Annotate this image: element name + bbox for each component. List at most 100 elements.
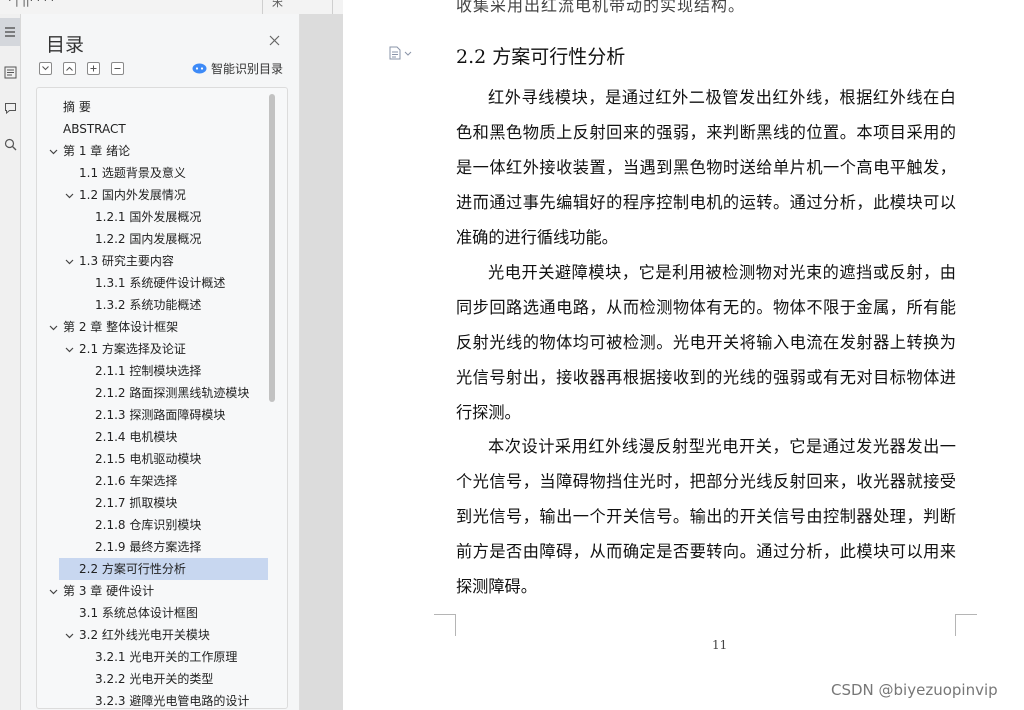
- toc-item[interactable]: 2.1.8 仓库识别模块: [37, 514, 287, 536]
- toc-item-label: 3.1 系统总体设计框图: [79, 606, 198, 620]
- toc-item-label: 1.2.2 国内发展概况: [95, 232, 202, 246]
- chevron-up-icon: [66, 66, 73, 71]
- toc-item[interactable]: 2.1.5 电机驱动模块: [37, 448, 287, 470]
- toc-item-label: 2.1.2 路面探测黑线轨迹模块: [95, 386, 250, 400]
- minus-icon: [114, 68, 121, 69]
- toc-item[interactable]: 第 2 章 整体设计框架: [37, 316, 287, 338]
- toc-item-label: 第 1 章 绪论: [63, 144, 131, 158]
- toc-item-label: 第 2 章 整体设计框架: [63, 320, 179, 334]
- paragraph: 光电开关避障模块，它是利用被检测物对光束的遮挡或反射，由同步回路选通电路，从而检…: [456, 263, 956, 422]
- toc-item[interactable]: 3.1 系统总体设计框图: [37, 602, 287, 624]
- toc-item[interactable]: 2.1 方案选择及论证: [37, 338, 287, 360]
- toc-rail-button[interactable]: [0, 18, 20, 46]
- toc-item[interactable]: 2.1.3 探测路面障碍模块: [37, 404, 287, 426]
- toc-item[interactable]: 3.2 红外线光电开关模块: [37, 624, 287, 646]
- remove-heading-button[interactable]: [111, 62, 124, 75]
- chevron-down-icon[interactable]: [65, 631, 74, 640]
- toc-item-label: 2.1.7 抓取模块: [95, 496, 178, 510]
- collapse-all-button[interactable]: [63, 62, 76, 75]
- toc-item-label: 3.2 红外线光电开关模块: [79, 628, 210, 642]
- toc-item[interactable]: 1.2.1 国外发展概况: [37, 206, 287, 228]
- close-nav-button[interactable]: [266, 32, 282, 48]
- chevron-down-icon[interactable]: [65, 345, 74, 354]
- toc-item-label: 2.1.6 车架选择: [95, 474, 178, 488]
- document-icon: [389, 46, 401, 60]
- toc-item[interactable]: 第 1 章 绪论: [37, 140, 287, 162]
- toc-item-label: 2.1.8 仓库识别模块: [95, 518, 202, 532]
- margin-corner-mark: [434, 614, 456, 636]
- ai-cloud-icon: [192, 63, 207, 74]
- chevron-down-icon[interactable]: [65, 257, 74, 266]
- toc-item[interactable]: 2.1.7 抓取模块: [37, 492, 287, 514]
- partial-text-line: 收集采用出红流电机带动的实现结构。: [456, 0, 746, 15]
- toc-item-label: 摘 要: [63, 100, 91, 114]
- chevron-down-icon: [404, 51, 412, 56]
- toc-scrollbar[interactable]: [269, 94, 275, 402]
- toc-item[interactable]: 2.1.6 车架选择: [37, 470, 287, 492]
- left-rail: [0, 14, 21, 710]
- toc-item[interactable]: 摘 要: [37, 96, 287, 118]
- toc-item-label: 3.2.3 避障光电管电路的设计: [95, 694, 250, 708]
- smart-toc-button[interactable]: 智能识别目录: [192, 60, 283, 77]
- comment-icon: [4, 102, 16, 114]
- toc-item[interactable]: 2.1.1 控制模块选择: [37, 360, 287, 382]
- margin-corner-mark: [955, 614, 977, 636]
- comment-rail-button[interactable]: [0, 94, 20, 122]
- watermark: CSDN @biyezuopinvip: [831, 681, 998, 699]
- toc-item[interactable]: ABSTRACT: [37, 118, 287, 140]
- toc-item[interactable]: 3.2.2 光电开关的类型: [37, 668, 287, 690]
- toc-item-label: 3.2.1 光电开关的工作原理: [95, 650, 238, 664]
- search-rail-button[interactable]: [0, 130, 20, 158]
- toc-item[interactable]: 1.3.2 系统功能概述: [37, 294, 287, 316]
- toc-item[interactable]: 1.2.2 国内发展概况: [37, 228, 287, 250]
- document-page: 收集采用出红流电机带动的实现结构。 2.2 方案可行性分析 红外寻线模块，是通过…: [343, 0, 1024, 710]
- toc-item-label: 1.3.2 系统功能概述: [95, 298, 202, 312]
- close-icon: [269, 35, 279, 45]
- chevron-down-icon[interactable]: [49, 587, 58, 596]
- toc-item-label: 2.2 方案可行性分析: [79, 562, 186, 576]
- toc-item-label: 2.1.5 电机驱动模块: [95, 452, 202, 466]
- chevron-down-icon: [42, 66, 49, 71]
- toc-item[interactable]: 1.3.1 系统硬件设计概述: [37, 272, 287, 294]
- outline-icon: [4, 66, 16, 78]
- outline-rail-button[interactable]: [0, 58, 20, 86]
- paragraph: 红外寻线模块，是通过红外二极管发出红外线，根据红外线在白色和黑色物质上反射回来的…: [456, 88, 956, 247]
- chevron-down-icon[interactable]: [65, 191, 74, 200]
- toc-item-label: 1.1 选题背景及意义: [79, 166, 186, 180]
- search-icon: [4, 138, 16, 150]
- toc-item[interactable]: 2.1.2 路面探测黑线轨迹模块: [37, 382, 287, 404]
- toc-item[interactable]: 3.2.1 光电开关的工作原理: [37, 646, 287, 668]
- toc-item-label: 1.3.1 系统硬件设计概述: [95, 276, 226, 290]
- paragraph-menu[interactable]: [389, 46, 412, 60]
- page-number: 11: [712, 638, 728, 652]
- toc-item-label: 2.1.9 最终方案选择: [95, 540, 202, 554]
- toc-item-label: 第 3 章 硬件设计: [63, 584, 155, 598]
- expand-all-button[interactable]: [39, 62, 52, 75]
- toc-item-label: ABSTRACT: [63, 122, 126, 136]
- toolbar-fragment: · | ||· · · ·: [8, 0, 55, 7]
- toc-item[interactable]: 3.2.3 避障光电管电路的设计: [37, 690, 287, 708]
- toc-item-label: 2.1.4 电机模块: [95, 430, 178, 444]
- toc-list: 摘 要 ABSTRACT 第 1 章 绪论 1.1 选题背景及意义 1.2 国内外发展情…: [36, 87, 288, 709]
- toc-item-label: 2.1 方案选择及论证: [79, 342, 186, 356]
- smart-toc-label: 智能识别目录: [211, 62, 284, 76]
- font-name-fragment[interactable]: 宋: [272, 0, 283, 10]
- toc-item[interactable]: 第 3 章 硬件设计: [37, 580, 287, 602]
- chevron-down-icon[interactable]: [49, 147, 58, 156]
- toc-item-label: 1.2.1 国外发展概况: [95, 210, 202, 224]
- toc-icon: [5, 27, 15, 37]
- chevron-down-icon[interactable]: [49, 323, 58, 332]
- toc-item-label: 1.2 国内外发展情况: [79, 188, 186, 202]
- add-heading-button[interactable]: [87, 62, 100, 75]
- toc-item-label: 2.1.1 控制模块选择: [95, 364, 202, 378]
- navigation-pane: 目录 智能识别目录 摘 要 ABSTRACT 第 1 章 绪论 1.1 选题背景及意义…: [21, 14, 300, 710]
- toc-item[interactable]: 2.1.9 最终方案选择: [37, 536, 287, 558]
- toc-item[interactable]: 2.2 方案可行性分析: [59, 558, 268, 580]
- toc-item[interactable]: 1.3 研究主要内容: [37, 250, 287, 272]
- plus-icon: [90, 65, 97, 72]
- section-heading: 2.2 方案可行性分析: [456, 46, 626, 68]
- toc-item[interactable]: 1.2 国内外发展情况: [37, 184, 287, 206]
- toc-item[interactable]: 1.1 选题背景及意义: [37, 162, 287, 184]
- toc-item[interactable]: 2.1.4 电机模块: [37, 426, 287, 448]
- toc-item-label: 3.2.2 光电开关的类型: [95, 672, 214, 686]
